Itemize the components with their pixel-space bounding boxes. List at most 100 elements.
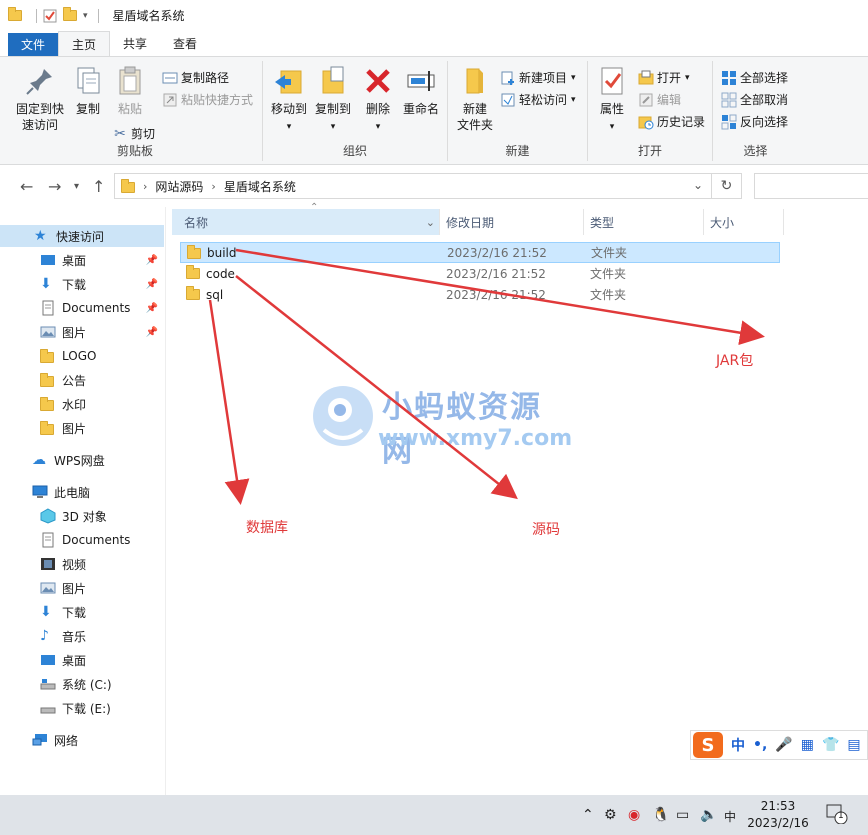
- properties-icon[interactable]: [43, 9, 57, 23]
- properties-label: 属性: [599, 102, 624, 116]
- ime-punctuation[interactable]: •,: [753, 737, 767, 753]
- sidebar-item-pictures[interactable]: 图片 📌: [0, 321, 164, 343]
- open-button[interactable]: 打开 ▾: [638, 69, 690, 86]
- address-bar[interactable]: › 网站源码 › 星盾域名系统 ⌄: [114, 173, 712, 199]
- keyboard-icon[interactable]: ▦: [801, 737, 814, 753]
- group-label-organize: 组织: [342, 144, 367, 158]
- new-folder-icon[interactable]: [63, 7, 77, 21]
- column-header-label: 类型: [590, 215, 615, 230]
- sidebar-item-notice[interactable]: 公告: [0, 369, 164, 391]
- ime-language[interactable]: 中: [731, 735, 745, 755]
- back-arrow-icon[interactable]: ←: [20, 177, 33, 196]
- sidebar-item-logo[interactable]: LOGO: [0, 345, 164, 367]
- tray-app-icon[interactable]: ⚙: [604, 807, 617, 823]
- edit-button[interactable]: 编辑: [638, 91, 681, 108]
- toolbox-icon[interactable]: ▤: [847, 737, 860, 753]
- invert-selection-button[interactable]: 反向选择: [721, 113, 788, 130]
- qq-icon[interactable]: 🐧: [652, 807, 669, 823]
- sidebar-item-pc-downloads[interactable]: ⬇ 下载: [0, 601, 164, 623]
- sidebar-item-wps[interactable]: ☁ WPS网盘: [0, 449, 164, 471]
- sidebar-item-drive-c[interactable]: 系统 (C:): [0, 673, 164, 695]
- copy-to-button[interactable]: 复制到 ▾: [311, 65, 355, 135]
- new-folder-button[interactable]: 新建 文件夹: [452, 65, 498, 133]
- chevron-up-icon[interactable]: ⌃: [582, 807, 594, 823]
- properties-icon: [601, 67, 623, 95]
- recent-locations-icon[interactable]: ▾: [74, 181, 79, 192]
- rename-button[interactable]: 重命名: [399, 65, 443, 117]
- sidebar-item-this-pc[interactable]: 此电脑: [0, 481, 164, 503]
- column-header-name[interactable]: ⌃ 名称 ⌄: [172, 202, 440, 235]
- input-method-indicator[interactable]: 中: [724, 808, 736, 825]
- tab-home[interactable]: 主页: [58, 31, 111, 56]
- netease-music-icon[interactable]: ◉: [628, 807, 640, 823]
- sidebar-item-downloads[interactable]: ⬇ 下载 📌: [0, 273, 164, 295]
- paste-shortcut-button[interactable]: 粘贴快捷方式: [162, 91, 253, 108]
- file-row[interactable]: sql 2023/2/16 21:52 文件夹: [180, 284, 780, 305]
- breadcrumb-separator[interactable]: ›: [211, 180, 215, 193]
- delete-label: 删除: [365, 102, 390, 116]
- tab-share[interactable]: 共享: [110, 31, 160, 56]
- move-to-button[interactable]: 移动到 ▾: [267, 65, 311, 135]
- new-item-button[interactable]: 新建项目 ▾: [500, 69, 576, 86]
- copy-path-button[interactable]: 复制路径: [162, 69, 229, 86]
- up-arrow-icon[interactable]: ↑: [92, 177, 105, 196]
- group-label-clipboard: 剪贴板: [116, 144, 153, 158]
- breadcrumb-separator[interactable]: ›: [143, 180, 147, 193]
- sogou-logo-icon[interactable]: S: [693, 732, 723, 758]
- sidebar-item-desktop[interactable]: 桌面 📌: [0, 249, 164, 271]
- pin-icon[interactable]: 📌: [146, 327, 158, 338]
- file-row[interactable]: code 2023/2/16 21:52 文件夹: [180, 263, 780, 284]
- sidebar-item-pc-pictures[interactable]: 图片: [0, 577, 164, 599]
- column-header-type[interactable]: 类型: [584, 209, 704, 235]
- sidebar-item-pictures-folder[interactable]: 图片: [0, 417, 164, 439]
- delete-button[interactable]: 删除 ▾: [361, 65, 395, 135]
- breadcrumb-item[interactable]: 星盾域名系统: [224, 178, 296, 195]
- column-header-size[interactable]: 大小: [704, 209, 784, 235]
- sidebar-item-pc-desktop[interactable]: 桌面: [0, 649, 164, 671]
- file-row[interactable]: build 2023/2/16 21:52 文件夹: [180, 242, 780, 263]
- tab-view[interactable]: 查看: [160, 31, 210, 56]
- copy-button[interactable]: 复制: [70, 65, 106, 117]
- sidebar-item-drive-e[interactable]: 下载 (E:): [0, 697, 164, 719]
- properties-button[interactable]: 属性 ▾: [592, 65, 632, 135]
- sidebar-item-pc-documents[interactable]: Documents: [0, 529, 164, 551]
- select-all-button[interactable]: 全部选择: [721, 69, 788, 86]
- breadcrumb-item[interactable]: 网站源码: [155, 178, 203, 195]
- search-input[interactable]: [754, 173, 868, 199]
- file-name: build: [207, 245, 237, 260]
- pin-icon[interactable]: 📌: [146, 303, 158, 314]
- copy-path-label: 复制路径: [181, 71, 230, 85]
- refresh-button[interactable]: ↻: [712, 173, 742, 199]
- forward-arrow-icon[interactable]: →: [48, 177, 61, 196]
- microphone-icon[interactable]: 🎤: [775, 737, 792, 753]
- speaker-icon[interactable]: 🔈: [700, 807, 717, 823]
- chevron-down-icon[interactable]: ⌄: [426, 216, 435, 229]
- chevron-down-icon[interactable]: ⌄: [693, 178, 703, 192]
- clock[interactable]: 21:53 2023/2/16: [746, 798, 810, 832]
- column-header-date[interactable]: 修改日期: [440, 209, 584, 235]
- pin-icon[interactable]: 📌: [146, 255, 158, 266]
- notification-icon[interactable]: 1: [826, 804, 848, 825]
- organize-group: 移动到 ▾ 复制到 ▾ 删除 ▾ 重命名 组织: [263, 61, 448, 161]
- watermark: 小蚂蚁资源网 www.xmy7.com: [310, 380, 572, 469]
- navigation-pane: ★ 快速访问 桌面 📌 ⬇ 下载 📌 Documents 📌 图片 📌 LOGO…: [0, 207, 166, 795]
- easy-access-button[interactable]: 轻松访问 ▾: [500, 91, 576, 108]
- paste-button[interactable]: 粘贴: [112, 65, 148, 117]
- sidebar-item-quick-access[interactable]: ★ 快速访问: [0, 225, 164, 247]
- paste-icon: [119, 66, 141, 95]
- tab-file[interactable]: 文件: [8, 33, 59, 56]
- chevron-down-icon[interactable]: ▾: [83, 11, 88, 21]
- pin-icon[interactable]: 📌: [146, 279, 158, 290]
- sidebar-item-watermark[interactable]: 水印: [0, 393, 164, 415]
- cut-button[interactable]: ✂ 剪切: [112, 125, 155, 142]
- sidebar-item-3d-objects[interactable]: 3D 对象: [0, 505, 164, 527]
- select-none-button[interactable]: 全部取消: [721, 91, 788, 108]
- network-icon[interactable]: ▭: [676, 807, 689, 823]
- sidebar-item-music[interactable]: ♪ 音乐: [0, 625, 164, 647]
- sidebar-item-documents[interactable]: Documents 📌: [0, 297, 164, 319]
- pin-quick-access-button[interactable]: 固定到快 速访问: [12, 65, 68, 133]
- history-button[interactable]: 历史记录: [638, 113, 705, 130]
- sidebar-item-videos[interactable]: 视频: [0, 553, 164, 575]
- sidebar-item-network[interactable]: 网络: [0, 729, 164, 751]
- skin-icon[interactable]: 👕: [822, 737, 839, 753]
